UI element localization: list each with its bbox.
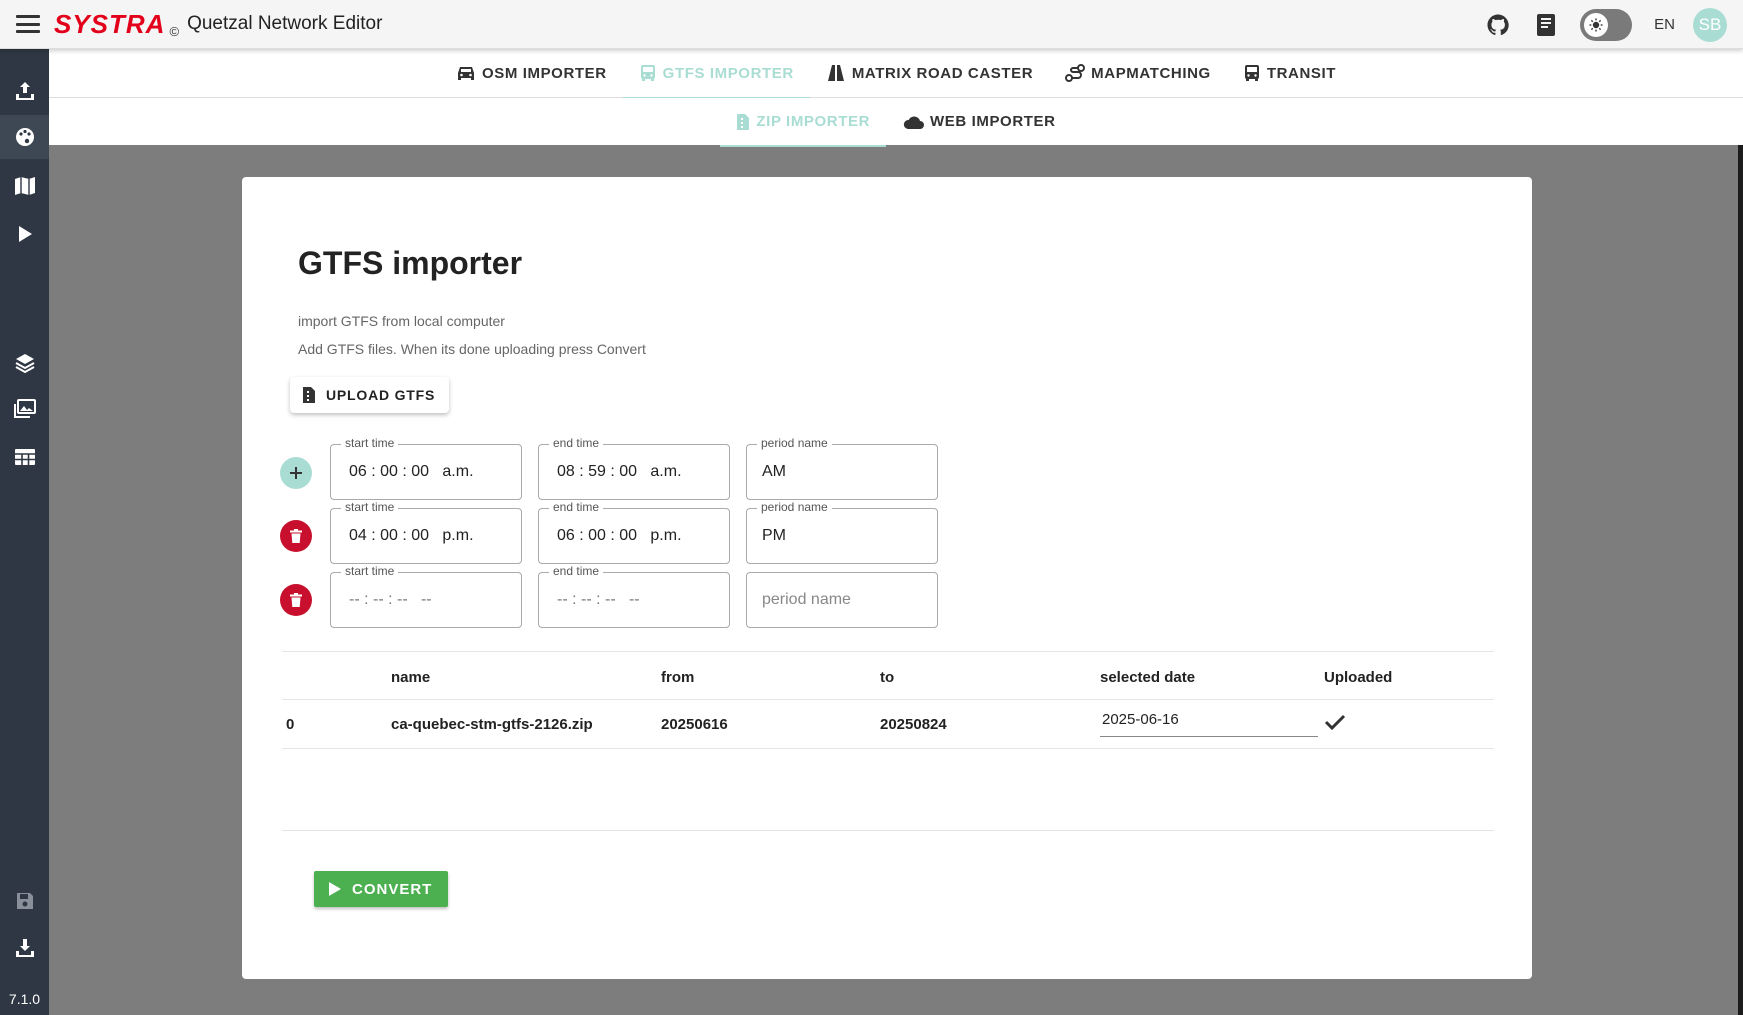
start-time-field[interactable]: start time 04 : 00 : 00 p.m. bbox=[330, 500, 522, 564]
gtfs-importer-card: GTFS importer import GTFS from local com… bbox=[242, 177, 1532, 979]
table-divider bbox=[282, 748, 1494, 749]
copyright-mark: © bbox=[169, 24, 180, 39]
period-name-field[interactable]: period name AM bbox=[746, 436, 938, 500]
delete-period-button[interactable] bbox=[280, 584, 312, 616]
tab-gtfs-importer[interactable]: GTFS IMPORTER bbox=[622, 49, 810, 99]
road-icon bbox=[827, 65, 844, 81]
github-icon[interactable] bbox=[1484, 11, 1512, 39]
sidebar: 7.1.0 bbox=[0, 49, 49, 1015]
image-gallery-icon[interactable] bbox=[0, 387, 49, 431]
row-index: 0 bbox=[286, 716, 295, 733]
layers-icon[interactable] bbox=[0, 341, 49, 385]
download-icon[interactable] bbox=[0, 926, 49, 970]
file-zip-icon bbox=[737, 113, 750, 130]
tab-mapmatching[interactable]: MAPMATCHING bbox=[1049, 49, 1227, 98]
save-icon[interactable] bbox=[0, 879, 49, 923]
file-to-date: 20250824 bbox=[880, 716, 947, 733]
check-icon bbox=[1324, 713, 1346, 736]
end-time-field[interactable]: end time 06 : 00 : 00 p.m. bbox=[538, 500, 730, 564]
gtfs-source-tabs: ZIP IMPORTER WEB IMPORTER bbox=[49, 97, 1743, 147]
book-icon[interactable] bbox=[1532, 11, 1560, 39]
route-icon bbox=[1065, 64, 1086, 82]
start-time-field[interactable]: start time 06 : 00 : 00 a.m. bbox=[330, 436, 522, 500]
tab-zip-importer[interactable]: ZIP IMPORTER bbox=[720, 97, 886, 147]
add-period-button[interactable] bbox=[280, 457, 312, 489]
selected-date-input[interactable]: 2025-06-16 bbox=[1100, 711, 1318, 737]
avatar[interactable]: SB bbox=[1693, 7, 1727, 42]
systra-logo: SYSTRA bbox=[54, 9, 166, 39]
tab-transit[interactable]: TRANSIT bbox=[1227, 49, 1352, 98]
app-title: Quetzal Network Editor bbox=[187, 13, 383, 34]
tab-matrix-road-caster[interactable]: MATRIX ROAD CASTER bbox=[810, 49, 1049, 98]
language-selector[interactable]: EN bbox=[1654, 16, 1675, 33]
brightness-icon bbox=[1584, 12, 1609, 37]
period-name-field[interactable]: period name bbox=[746, 572, 938, 628]
theme-toggle[interactable] bbox=[1580, 8, 1633, 41]
plus-icon bbox=[290, 467, 302, 479]
app-version: 7.1.0 bbox=[8, 991, 41, 1007]
table-icon[interactable] bbox=[0, 435, 49, 479]
upload-gtfs-button[interactable]: UPLOAD GTFS bbox=[290, 377, 450, 413]
importer-tabs: OSM IMPORTER GTFS IMPORTER MATRIX ROAD C… bbox=[49, 49, 1743, 99]
file-name: ca-quebec-stm-gtfs-2126.zip bbox=[391, 716, 593, 733]
brand: SYSTRA © bbox=[54, 9, 180, 39]
play-icon[interactable] bbox=[0, 212, 49, 256]
page-title: GTFS importer bbox=[298, 245, 523, 281]
column-header-name: name bbox=[391, 669, 431, 686]
end-time-field[interactable]: end time -- : -- : -- -- bbox=[538, 564, 730, 628]
start-time-field[interactable]: start time -- : -- : -- -- bbox=[330, 564, 522, 628]
section-divider bbox=[282, 830, 1494, 831]
file-zip-icon bbox=[303, 387, 315, 403]
table-divider bbox=[282, 651, 1494, 652]
delete-period-button[interactable] bbox=[280, 520, 312, 552]
column-header-from: from bbox=[661, 669, 695, 686]
description-line-1: import GTFS from local computer bbox=[298, 313, 505, 329]
description-line-2: Add GTFS files. When its done uploading … bbox=[298, 341, 646, 357]
column-header-selected-date: selected date bbox=[1100, 669, 1196, 686]
column-header-uploaded: Uploaded bbox=[1324, 669, 1393, 686]
upload-icon[interactable] bbox=[0, 69, 49, 113]
file-from-date: 20250616 bbox=[661, 716, 728, 733]
menu-icon[interactable] bbox=[16, 15, 40, 33]
cloud-icon bbox=[903, 115, 925, 129]
end-time-field[interactable]: end time 08 : 59 : 00 a.m. bbox=[538, 436, 730, 500]
bus-icon bbox=[640, 65, 655, 81]
convert-button[interactable]: CONVERT bbox=[314, 871, 449, 907]
period-name-field[interactable]: period name PM bbox=[746, 500, 938, 564]
play-icon bbox=[329, 882, 341, 896]
tab-web-importer[interactable]: WEB IMPORTER bbox=[886, 97, 1072, 146]
palette-icon[interactable] bbox=[0, 115, 49, 159]
trash-icon bbox=[290, 529, 302, 543]
column-header-to: to bbox=[880, 669, 895, 686]
app-bar: SYSTRA © Quetzal Network Editor EN SB bbox=[0, 0, 1743, 49]
scrollbar[interactable] bbox=[1738, 145, 1743, 1015]
table-divider bbox=[282, 699, 1494, 700]
car-icon bbox=[457, 67, 474, 80]
trash-icon bbox=[290, 593, 302, 607]
map-icon[interactable] bbox=[0, 164, 49, 208]
tab-osm-importer[interactable]: OSM IMPORTER bbox=[440, 49, 623, 98]
transit-icon bbox=[1244, 65, 1259, 81]
